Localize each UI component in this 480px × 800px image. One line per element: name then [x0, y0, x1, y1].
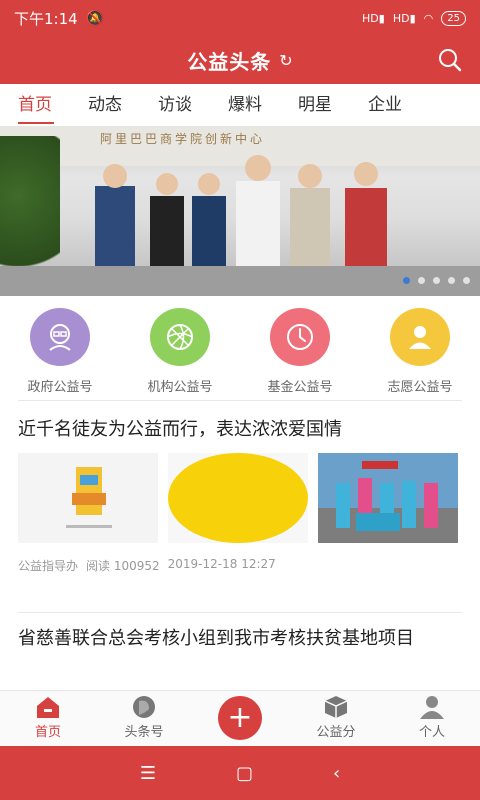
carousel-dot[interactable]	[403, 277, 410, 284]
status-time-group: 下午1:14 🔕	[14, 8, 104, 29]
category-organization[interactable]: 机构公益号	[120, 300, 240, 395]
nav-points[interactable]: 公益分	[288, 691, 384, 746]
plus-icon[interactable]: +	[218, 696, 262, 740]
tab-enterprise[interactable]: 企业	[350, 84, 420, 126]
category-label: 志愿公益号	[387, 380, 453, 395]
article-title[interactable]: 省慈善联合总会考核小组到我市考核扶贫基地项目	[0, 624, 480, 654]
category-volunteer[interactable]: 志愿公益号	[360, 300, 480, 395]
nav-label: 个人	[418, 725, 445, 740]
category-label: 政府公益号	[27, 380, 93, 395]
category-label: 机构公益号	[147, 380, 213, 395]
category-grid: 政府公益号 机构公益号 基金公益号 志愿公益号	[0, 300, 480, 395]
status-time: 下午1:14	[14, 9, 78, 28]
banner-carousel[interactable]: 阿里巴巴商学院创新中心	[0, 126, 480, 296]
page-title: 公益头条	[187, 49, 272, 74]
nav-headline-account[interactable]: 头条号	[96, 691, 192, 746]
person-icon	[420, 696, 444, 719]
nav-home[interactable]: 首页	[0, 691, 96, 746]
battery-icon: 25	[441, 10, 466, 26]
article-item[interactable]: 近千名徒友为公益而行，表达浓浓爱国情 公益指导办 阅读 100952 2019-…	[0, 415, 480, 574]
mute-icon: 🔕	[85, 9, 105, 27]
tab-interview[interactable]: 访谈	[140, 84, 210, 126]
carousel-dot[interactable]	[448, 277, 455, 284]
nav-label: 公益分	[316, 725, 356, 740]
tab-indicator	[18, 122, 54, 124]
article-date: 2019-12-18 12:27	[167, 557, 276, 571]
volunteer-icon	[390, 308, 450, 366]
avatar-icon	[133, 696, 155, 718]
category-fund[interactable]: 基金公益号	[240, 300, 360, 395]
system-nav-bar: ☰ ▢ ‹	[0, 746, 480, 800]
refresh-icon[interactable]: ↻	[279, 51, 292, 70]
fund-clock-icon	[270, 308, 330, 366]
signal-icon-1: HD▮	[362, 11, 385, 25]
tab-news[interactable]: 动态	[70, 84, 140, 126]
category-label: 基金公益号	[267, 380, 333, 395]
tab-home[interactable]: 首页	[0, 84, 70, 126]
app-header: 公益头条 ↻	[0, 36, 480, 84]
divider	[18, 400, 462, 401]
organization-icon	[150, 308, 210, 366]
thumbnail-yellow-image[interactable]	[168, 453, 308, 543]
box-icon	[324, 696, 348, 718]
status-right: HD▮ HD▮ ◠ 25	[362, 10, 466, 26]
status-bar: 下午1:14 🔕 HD▮ HD▮ ◠ 25	[0, 0, 480, 36]
divider	[18, 612, 462, 613]
article-title[interactable]: 近千名徒友为公益而行，表达浓浓爱国情	[0, 415, 480, 445]
article-thumbnails	[0, 453, 480, 543]
home-square-icon[interactable]: ▢	[236, 763, 253, 784]
thumbnail-poster-image[interactable]	[18, 453, 158, 543]
article-meta: 公益指导办 阅读 100952 2019-12-18 12:27	[0, 557, 480, 574]
carousel-dots	[403, 277, 470, 284]
search-icon[interactable]	[436, 46, 464, 74]
carousel-dot[interactable]	[433, 277, 440, 284]
government-icon	[30, 308, 90, 366]
menu-icon[interactable]: ☰	[140, 763, 156, 784]
nav-label: 首页	[34, 725, 61, 740]
carousel-dot[interactable]	[418, 277, 425, 284]
carousel-dot[interactable]	[463, 277, 470, 284]
tab-reveal[interactable]: 爆料	[210, 84, 280, 126]
article-reads: 阅读 100952	[86, 559, 160, 573]
article-source: 公益指导办	[18, 559, 79, 573]
home-icon	[37, 697, 59, 718]
category-government[interactable]: 政府公益号	[0, 300, 120, 395]
signal-icon-2: HD▮	[392, 11, 416, 25]
nav-label: 头条号	[124, 725, 164, 740]
wifi-icon: ◠	[423, 11, 434, 25]
article-item[interactable]: 省慈善联合总会考核小组到我市考核扶贫基地项目	[0, 624, 480, 654]
tab-star[interactable]: 明星	[280, 84, 350, 126]
category-tabs: 首页 动态 访谈 爆料 明星 企业	[0, 84, 480, 126]
nav-profile[interactable]: 个人	[384, 691, 480, 746]
thumbnail-group-photo[interactable]	[318, 453, 458, 543]
back-icon[interactable]: ‹	[333, 763, 340, 784]
